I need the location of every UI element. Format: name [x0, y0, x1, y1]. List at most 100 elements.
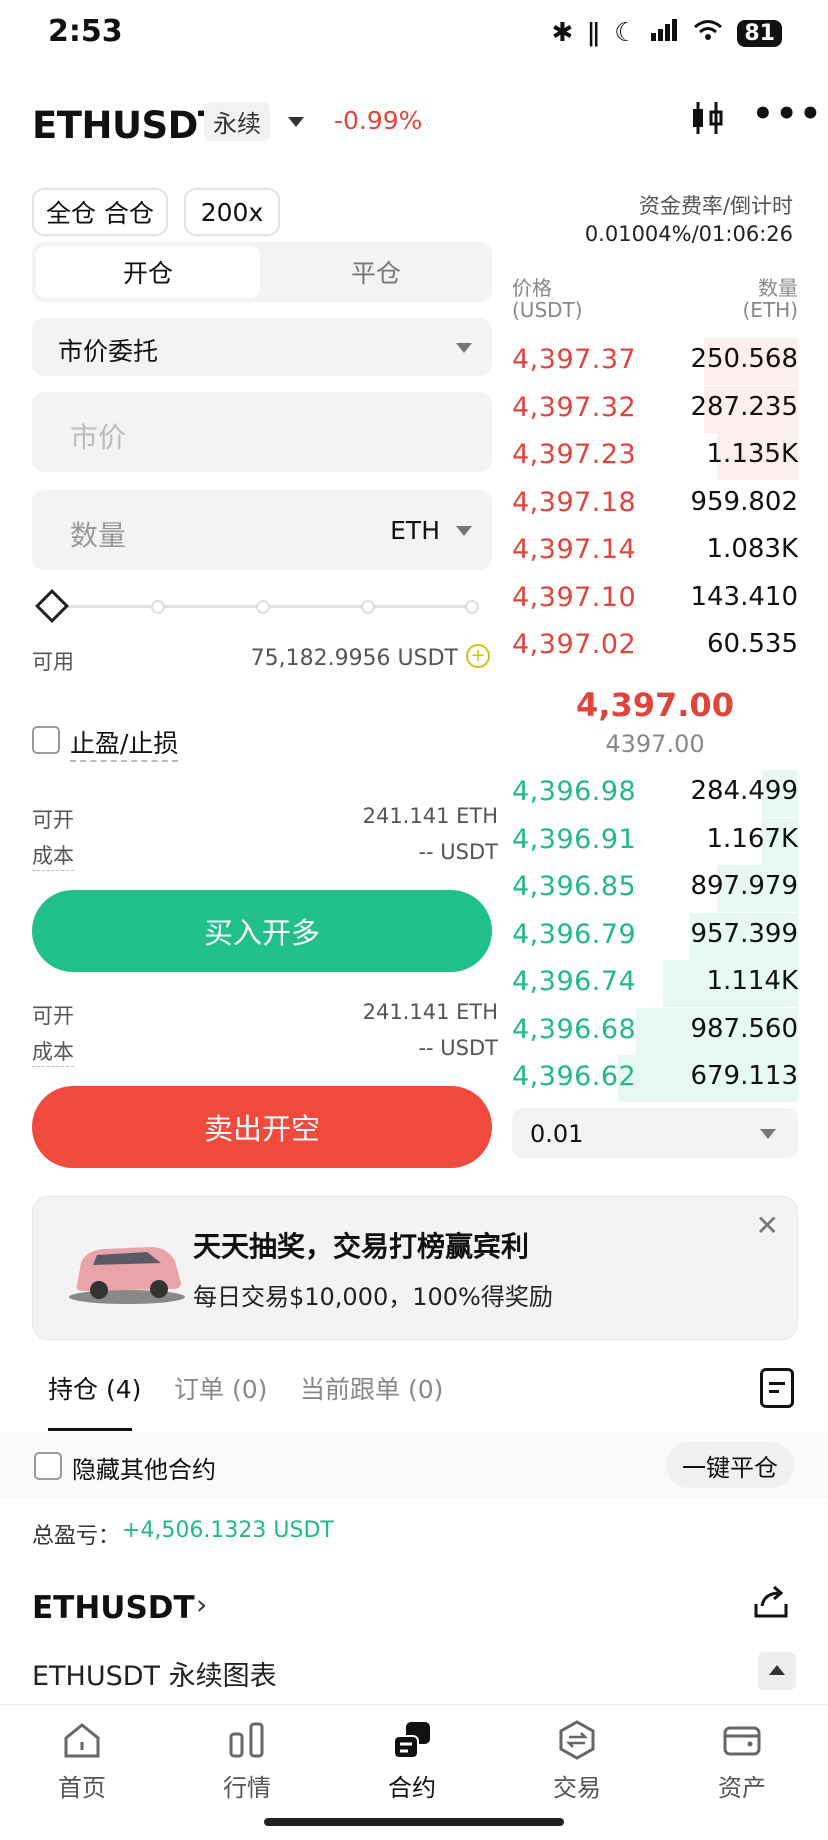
ob-qty: 897.979 — [690, 871, 798, 901]
price-placeholder: 市价 — [70, 421, 127, 454]
candlestick-chart-icon[interactable] — [690, 100, 724, 140]
tab-close[interactable]: 平仓 — [264, 246, 488, 298]
home-indicator — [264, 1818, 564, 1826]
chevron-right-icon[interactable]: › — [196, 1588, 207, 1621]
ob-price: 4,396.79 — [512, 918, 637, 950]
share-icon[interactable] — [752, 1584, 790, 1624]
nav-home[interactable]: 首页 — [22, 1720, 142, 1803]
ob-price: 4,396.68 — [512, 1013, 637, 1045]
funding-rate-value: 0.01004%/01:06:26 — [584, 222, 793, 246]
status-bar: 2:53 ✱ ǁ ☾ 81 — [0, 0, 828, 70]
ob-qty: 1.083K — [706, 534, 798, 564]
nav-home-label: 首页 — [58, 1774, 106, 1802]
ask-row[interactable]: 4,397.23 1.135K — [512, 433, 798, 480]
quantity-field[interactable]: 数量 ETH — [32, 490, 492, 570]
signal-icon — [651, 18, 679, 48]
bid-row[interactable]: 4,396.62 679.113 — [512, 1055, 798, 1102]
close-all-button[interactable]: 一键平仓 — [666, 1442, 794, 1488]
bid-row[interactable]: 4,396.79 957.399 — [512, 912, 798, 960]
tpsl-checkbox[interactable] — [32, 726, 60, 754]
ob-price: 4,397.23 — [512, 439, 637, 470]
hide-other-label[interactable]: 隐藏其他合约 — [72, 1450, 216, 1485]
symbol-dropdown-icon[interactable] — [288, 117, 304, 127]
banner-subtitle: 每日交易$10,000，100%得奖励 — [193, 1283, 553, 1311]
nav-futures-label: 合约 — [388, 1774, 436, 1802]
ob-price: 4,396.91 — [512, 823, 637, 855]
hide-other-checkbox[interactable] — [34, 1452, 62, 1480]
ob-qty: 679.113 — [690, 1061, 798, 1091]
ob-price: 4,396.98 — [512, 776, 637, 807]
available-value: 75,182.9956 USDT — [250, 646, 458, 671]
bid-row[interactable]: 4,396.85 897.979 — [512, 865, 798, 912]
ob-qty-header: 数量 — [758, 276, 798, 300]
close-icon[interactable]: ✕ — [756, 1209, 779, 1242]
ob-qty: 987.560 — [690, 1013, 798, 1044]
ob-qty: 250.568 — [690, 344, 798, 374]
tab-open[interactable]: 开仓 — [36, 246, 260, 298]
ob-qty: 957.399 — [690, 918, 798, 949]
ask-row[interactable]: 4,397.10 143.410 — [512, 576, 798, 623]
order-type-select[interactable]: 市价委托 — [32, 318, 492, 376]
sell-cost-value: -- USDT — [418, 1036, 498, 1060]
position-symbol[interactable]: ETHUSDT — [32, 1590, 195, 1626]
contract-type-badge: 永续 — [204, 102, 270, 141]
ob-price: 4,397.32 — [512, 391, 637, 423]
promo-banner[interactable]: 天天抽奖，交易打榜赢宾利 每日交易$10,000，100%得奖励 ✕ — [32, 1196, 798, 1340]
sell-short-button[interactable]: 卖出开空 — [32, 1086, 492, 1168]
nav-assets-label: 资产 — [718, 1774, 766, 1802]
ask-row[interactable]: 4,397.18 959.802 — [512, 481, 798, 528]
tab-copy-orders[interactable]: 当前跟单 (0) — [300, 1370, 443, 1406]
tab-orders[interactable]: 订单 (0) — [174, 1370, 267, 1406]
market-icon — [227, 1720, 267, 1760]
funding-rate-label[interactable]: 资金费率/倒计时 — [639, 190, 793, 220]
available-label: 可用 — [32, 650, 74, 674]
ask-row[interactable]: 4,397.32 287.235 — [512, 385, 798, 433]
bid-row[interactable]: 4,396.98 284.499 — [512, 770, 798, 817]
ob-qty: 60.535 — [707, 629, 798, 659]
bid-row[interactable]: 4,396.74 1.114K — [512, 960, 798, 1007]
ob-qty: 1.114K — [706, 966, 798, 996]
bid-row[interactable]: 4,396.68 987.560 — [512, 1007, 798, 1055]
sell-can-open-value: 241.141 ETH — [362, 1000, 498, 1024]
quantity-unit[interactable]: ETH — [390, 516, 440, 545]
price-field[interactable]: 市价 — [32, 392, 492, 472]
unit-dropdown-icon[interactable] — [456, 526, 472, 536]
chart-bar-label[interactable]: ETHUSDT 永续图表 — [32, 1654, 277, 1693]
buy-cost-label: 成本 — [32, 840, 74, 871]
more-icon[interactable]: ••• — [752, 97, 823, 131]
nav-market[interactable]: 行情 — [187, 1720, 307, 1803]
ask-row[interactable]: 4,397.02 60.535 — [512, 623, 798, 670]
bid-row[interactable]: 4,396.91 1.167K — [512, 817, 798, 865]
precision-value: 0.01 — [530, 1120, 584, 1148]
chart-toggle-button[interactable] — [758, 1652, 796, 1690]
nav-futures[interactable]: 合约 — [352, 1720, 472, 1803]
symbol-title[interactable]: ETHUSDT — [32, 104, 223, 147]
tpsl-label[interactable]: 止盈/止损 — [70, 724, 179, 762]
margin-mode-button[interactable]: 全仓 合仓 — [32, 188, 168, 236]
ask-row[interactable]: 4,397.14 1.083K — [512, 528, 798, 575]
buy-long-button[interactable]: 买入开多 — [32, 890, 492, 972]
chevron-down-icon — [456, 343, 472, 353]
slider-handle[interactable] — [35, 589, 69, 623]
order-history-icon[interactable] — [760, 1368, 794, 1408]
nav-trade[interactable]: 交易 — [517, 1720, 637, 1803]
ob-price-unit: (USDT) — [512, 298, 583, 322]
tab-positions[interactable]: 持仓 (4) — [48, 1370, 141, 1406]
ob-qty: 1.135K — [706, 439, 798, 469]
earbuds-icon: ǁ — [587, 18, 601, 48]
precision-select[interactable]: 0.01 — [512, 1108, 798, 1158]
buy-can-open-label: 可开 — [32, 808, 74, 832]
ob-qty: 284.499 — [690, 776, 798, 806]
sell-cost-label: 成本 — [32, 1036, 74, 1067]
ob-qty-unit: (ETH) — [742, 298, 799, 322]
price-change: -0.99% — [334, 106, 423, 135]
quantity-slider[interactable] — [35, 589, 480, 623]
ob-price: 4,397.10 — [512, 581, 637, 613]
ask-row[interactable]: 4,397.37 250.568 — [512, 338, 798, 385]
leverage-button[interactable]: 200x — [184, 188, 280, 236]
ob-price: 4,397.37 — [512, 344, 637, 375]
nav-assets[interactable]: 资产 — [682, 1720, 802, 1803]
status-time: 2:53 — [48, 14, 123, 49]
add-funds-icon[interactable]: + — [466, 644, 490, 668]
last-price: 4,397.00 — [576, 686, 734, 724]
